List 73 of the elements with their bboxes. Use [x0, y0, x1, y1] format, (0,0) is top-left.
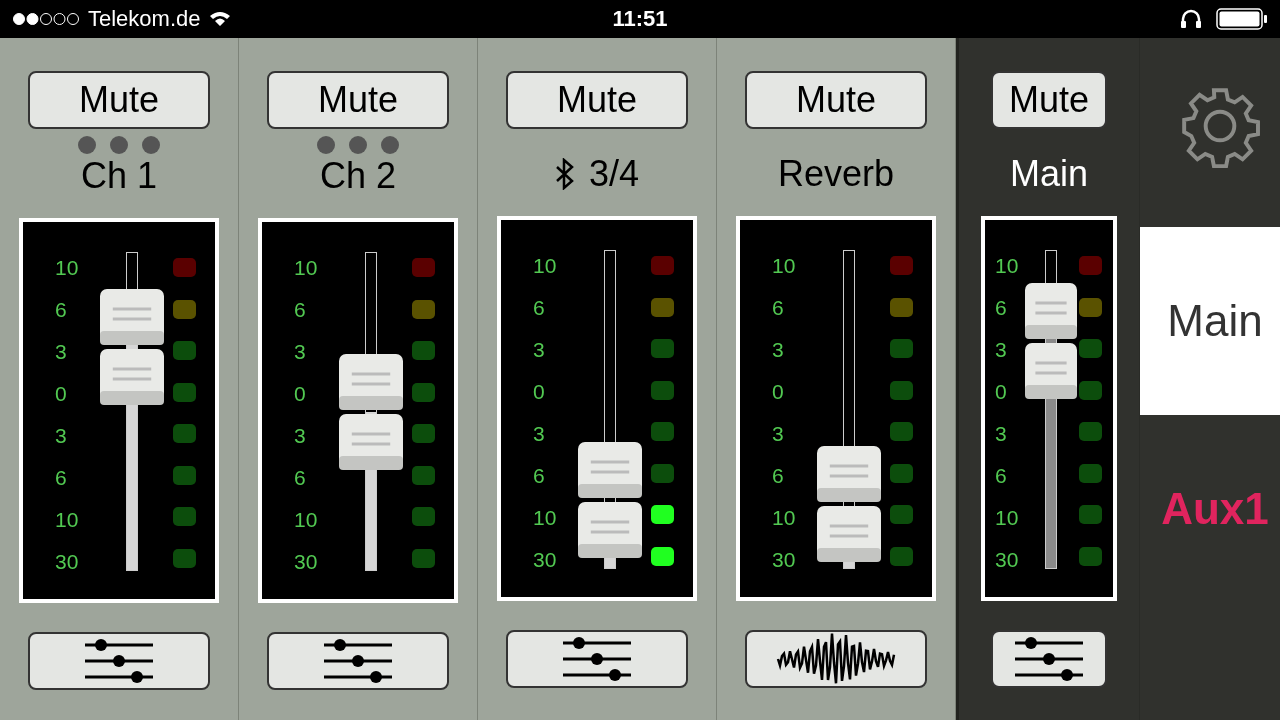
- scale-mark: 3: [772, 421, 785, 447]
- scale-mark: 10: [533, 505, 558, 531]
- mute-button[interactable]: Mute: [267, 71, 449, 129]
- scale-mark: 10: [55, 507, 80, 533]
- mute-button[interactable]: Mute: [28, 71, 210, 129]
- scale-mark: 10: [55, 255, 80, 281]
- bluetooth-icon: [554, 158, 575, 190]
- channel-name: Ch 1: [80, 155, 157, 197]
- fader-handle[interactable]: [817, 445, 881, 562]
- fader-handle[interactable]: [339, 353, 403, 470]
- scale-mark: 10: [533, 253, 558, 279]
- scale-mark: 3: [995, 421, 1008, 447]
- scale-mark: 10: [995, 253, 1020, 279]
- channel-name: 3/4: [588, 153, 639, 195]
- scale-mark: 30: [995, 547, 1020, 573]
- scale-mark: 6: [533, 295, 546, 321]
- scale-mark: 10: [995, 505, 1020, 531]
- effect-button[interactable]: [745, 630, 927, 688]
- scale-mark: 0: [55, 381, 68, 407]
- scale-mark: 3: [294, 423, 307, 449]
- scale-mark: 30: [294, 549, 319, 575]
- scale-mark: 6: [294, 297, 307, 323]
- scale-mark: 10: [294, 507, 319, 533]
- scale-mark: 10: [772, 253, 797, 279]
- mute-button[interactable]: Mute: [506, 71, 688, 129]
- waveform-icon: [776, 633, 896, 685]
- mix-tab[interactable]: Main: [1140, 227, 1280, 415]
- mute-button[interactable]: Mute: [991, 71, 1107, 129]
- scale-mark: 3: [55, 423, 68, 449]
- scale-mark: 30: [55, 549, 80, 575]
- scale-mark: 3: [533, 421, 546, 447]
- battery-icon: [1216, 8, 1268, 30]
- scale-mark: 0: [995, 379, 1008, 405]
- scale-mark: 10: [772, 505, 797, 531]
- eq-button[interactable]: [991, 630, 1107, 688]
- scale-mark: 10: [294, 255, 319, 281]
- signal-icon: [12, 12, 80, 26]
- scale-mark: 0: [772, 379, 785, 405]
- fader-handle[interactable]: [100, 289, 164, 406]
- scale-mark: 6: [995, 295, 1008, 321]
- sliders-icon: [83, 638, 155, 684]
- mute-button[interactable]: Mute: [745, 71, 927, 129]
- channel-name: Ch 2: [319, 155, 396, 197]
- channel-name: Main: [1010, 153, 1088, 195]
- scale-mark: 0: [294, 381, 307, 407]
- wifi-icon: [208, 11, 231, 27]
- fader-handle[interactable]: [1025, 283, 1077, 400]
- sliders-icon: [1013, 636, 1085, 682]
- clock-time: 11:51: [612, 6, 668, 32]
- sliders-icon: [322, 638, 394, 684]
- scale-mark: 6: [55, 297, 68, 323]
- scale-mark: 3: [772, 337, 785, 363]
- scale-mark: 6: [294, 465, 307, 491]
- scale-mark: 0: [533, 379, 546, 405]
- eq-button[interactable]: [267, 632, 449, 690]
- channel-name: Reverb: [777, 153, 895, 195]
- scale-mark: 30: [772, 547, 797, 573]
- scale-mark: 6: [533, 463, 546, 489]
- fader-handle[interactable]: [578, 441, 642, 558]
- scale-mark: 3: [294, 339, 307, 365]
- scale-mark: 6: [772, 463, 785, 489]
- sliders-icon: [561, 636, 633, 682]
- carrier-name: Telekom.de: [88, 6, 201, 32]
- scale-mark: 3: [55, 339, 68, 365]
- scale-mark: 3: [533, 337, 546, 363]
- scale-mark: 6: [55, 465, 68, 491]
- headphones-icon: [1180, 9, 1202, 29]
- eq-button[interactable]: [28, 632, 210, 690]
- scale-mark: 3: [995, 337, 1008, 363]
- eq-button[interactable]: [506, 630, 688, 688]
- scale-mark: 6: [995, 463, 1008, 489]
- scale-mark: 30: [533, 547, 558, 573]
- scale-mark: 6: [772, 295, 785, 321]
